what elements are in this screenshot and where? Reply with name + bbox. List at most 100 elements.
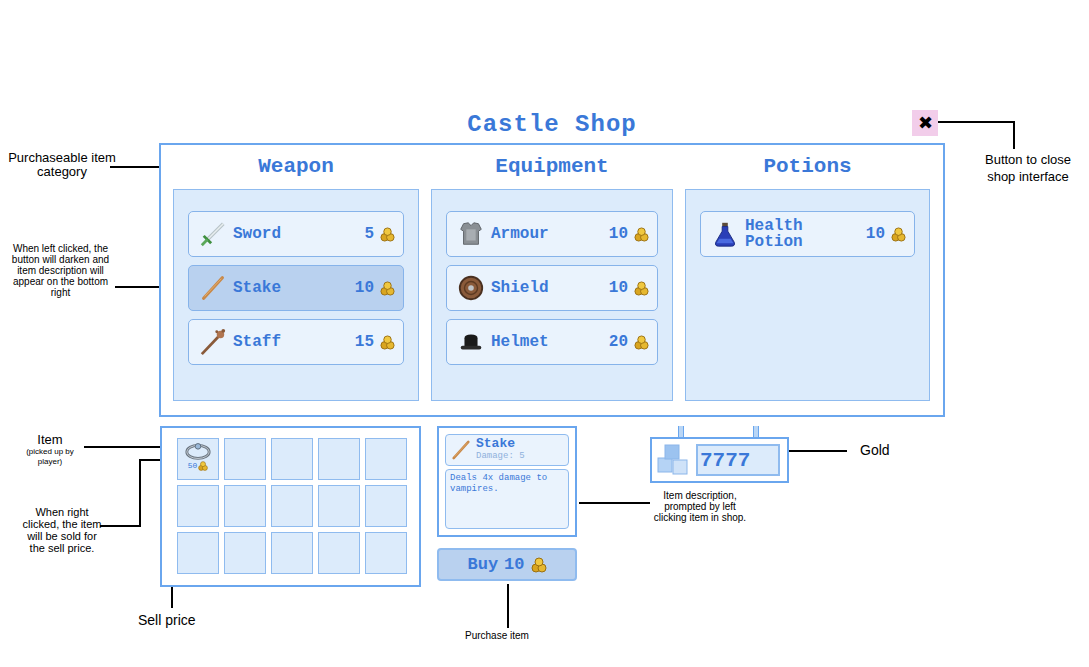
sword-icon — [199, 220, 227, 248]
description-text: Deals 4x damage to vampires. — [445, 469, 569, 529]
coin-icon — [380, 335, 395, 350]
inventory-slot[interactable] — [318, 485, 360, 527]
item-price: 10 — [355, 276, 374, 300]
coin-icon — [634, 227, 649, 242]
helmet-icon — [457, 328, 485, 356]
shop-item-button[interactable]: Health Potion 10 — [700, 211, 915, 257]
item-price: 10 — [609, 222, 628, 246]
annotation-text: Button to close shop interface — [972, 151, 1084, 185]
inventory-slot[interactable] — [224, 485, 266, 527]
canvas: Purchaseable item category When left clic… — [0, 0, 1089, 667]
ring-icon — [184, 441, 212, 461]
annotation-text: When left clicked, the button will darke… — [3, 243, 118, 298]
annotation-line — [938, 121, 1015, 123]
inventory-slot[interactable] — [365, 532, 407, 574]
shop-item-button[interactable]: Armour 10 — [446, 211, 658, 257]
item-name: Shield — [491, 280, 549, 296]
annotation: Purchase item — [465, 630, 529, 642]
shop-panel: WeaponSword5Stake10Staff15EquipmentArmou… — [159, 143, 945, 417]
category-panel: Health Potion 10 — [685, 189, 930, 401]
gold-display: 7777 — [650, 437, 789, 483]
inventory-slot[interactable] — [365, 485, 407, 527]
annotation-text: Gold — [860, 442, 890, 458]
shop-item-button[interactable]: Shield 10 — [446, 265, 658, 311]
annotation-line — [100, 525, 141, 527]
coin-icon — [531, 557, 547, 573]
inventory: 50 — [160, 426, 421, 587]
armour-icon — [457, 220, 485, 248]
buy-button[interactable]: Buy 10 — [437, 548, 577, 581]
annotation-text: Purchaseable item category — [6, 151, 118, 179]
coin-icon — [891, 227, 906, 242]
item-name: Health Potion — [745, 218, 803, 250]
annotation-text: Sell price — [138, 612, 196, 628]
item-description-panel: Stake Damage: 5 Deals 4x damage to vampi… — [437, 426, 577, 537]
inventory-slot[interactable] — [177, 485, 219, 527]
category-title: Weapon — [173, 145, 419, 189]
category-panel: Armour 10 Shield 10 Helmet 20 — [431, 189, 673, 401]
inventory-slot[interactable] — [271, 532, 313, 574]
description-stat: Damage: 5 — [476, 450, 525, 462]
inventory-slot[interactable] — [365, 438, 407, 480]
shop-item-button[interactable]: Helmet 20 — [446, 319, 658, 365]
description-name: Stake — [476, 438, 525, 450]
annotation: When right clicked, the item will be sol… — [22, 506, 102, 554]
coin-icon — [634, 335, 649, 350]
inventory-slot[interactable]: 50 — [177, 438, 219, 480]
potion-icon — [711, 220, 739, 248]
shield-icon — [457, 274, 485, 302]
category-column: Equipment Armour 10 Shield 10 Helmet 20 — [431, 145, 673, 401]
annotation: Item description, prompted by left click… — [648, 490, 752, 523]
inventory-slot[interactable] — [271, 485, 313, 527]
annotation-note: (picked up by player) — [16, 447, 84, 467]
shop-item-button[interactable]: Sword 5 — [188, 211, 404, 257]
description-header: Stake Damage: 5 — [445, 434, 569, 466]
connector — [753, 426, 759, 437]
category-column: Potions Health Potion 10 — [685, 145, 930, 401]
annotation: Item(picked up by player) — [16, 433, 84, 467]
inventory-slot[interactable] — [224, 532, 266, 574]
close-button[interactable]: ✖ — [912, 110, 938, 136]
item-name: Armour — [491, 226, 549, 242]
item-name: Sword — [233, 226, 293, 242]
category-title: Equipment — [431, 145, 673, 189]
inventory-slot[interactable] — [224, 438, 266, 480]
coin-icon — [380, 281, 395, 296]
annotation: Sell price — [138, 612, 196, 628]
staff-icon — [199, 328, 227, 356]
shop-window: Castle Shop ✖ WeaponSword5Stake10Staff15… — [159, 106, 945, 587]
sell-price: 50 — [188, 461, 198, 471]
inventory-slot[interactable] — [271, 438, 313, 480]
stake-icon — [199, 274, 227, 302]
coin-icon — [634, 281, 649, 296]
item-price: 10 — [866, 222, 885, 246]
item-price: 5 — [364, 222, 374, 246]
annotation-line — [1013, 121, 1015, 149]
annotation-line — [139, 459, 141, 527]
annotation: Button to close shop interface — [972, 151, 1084, 185]
annotation: Purchaseable item category — [6, 151, 118, 179]
buy-price: 10 — [504, 552, 524, 578]
connector — [678, 426, 684, 437]
annotation-line — [579, 502, 650, 504]
shop-item-button[interactable]: Staff15 — [188, 319, 404, 365]
shop-item-button[interactable]: Stake 10 — [188, 265, 404, 311]
annotation-text: Item description, prompted by left click… — [648, 490, 752, 523]
item-name: Stake — [233, 280, 288, 296]
inventory-slot[interactable] — [318, 438, 360, 480]
gold-cubes-icon — [656, 442, 692, 478]
coin-icon — [380, 227, 395, 242]
item-name: Helmet — [491, 334, 549, 350]
category-panel: Sword 5 Stake 10 Staff15 — [173, 189, 419, 401]
inventory-slot[interactable] — [177, 532, 219, 574]
annotation-text: Item — [16, 433, 84, 447]
category-column: Weapon Sword 5 Stake 10 Staff15 — [173, 145, 419, 401]
category-title: Potions — [685, 145, 930, 189]
item-price: 10 — [609, 276, 628, 300]
inventory-slot[interactable] — [318, 532, 360, 574]
annotation-text: When right clicked, the item will be sol… — [22, 506, 102, 554]
buy-label: Buy — [467, 552, 498, 578]
annotation: When left clicked, the button will darke… — [3, 243, 118, 298]
item-price: 20 — [609, 330, 628, 354]
annotation-line — [507, 584, 509, 628]
